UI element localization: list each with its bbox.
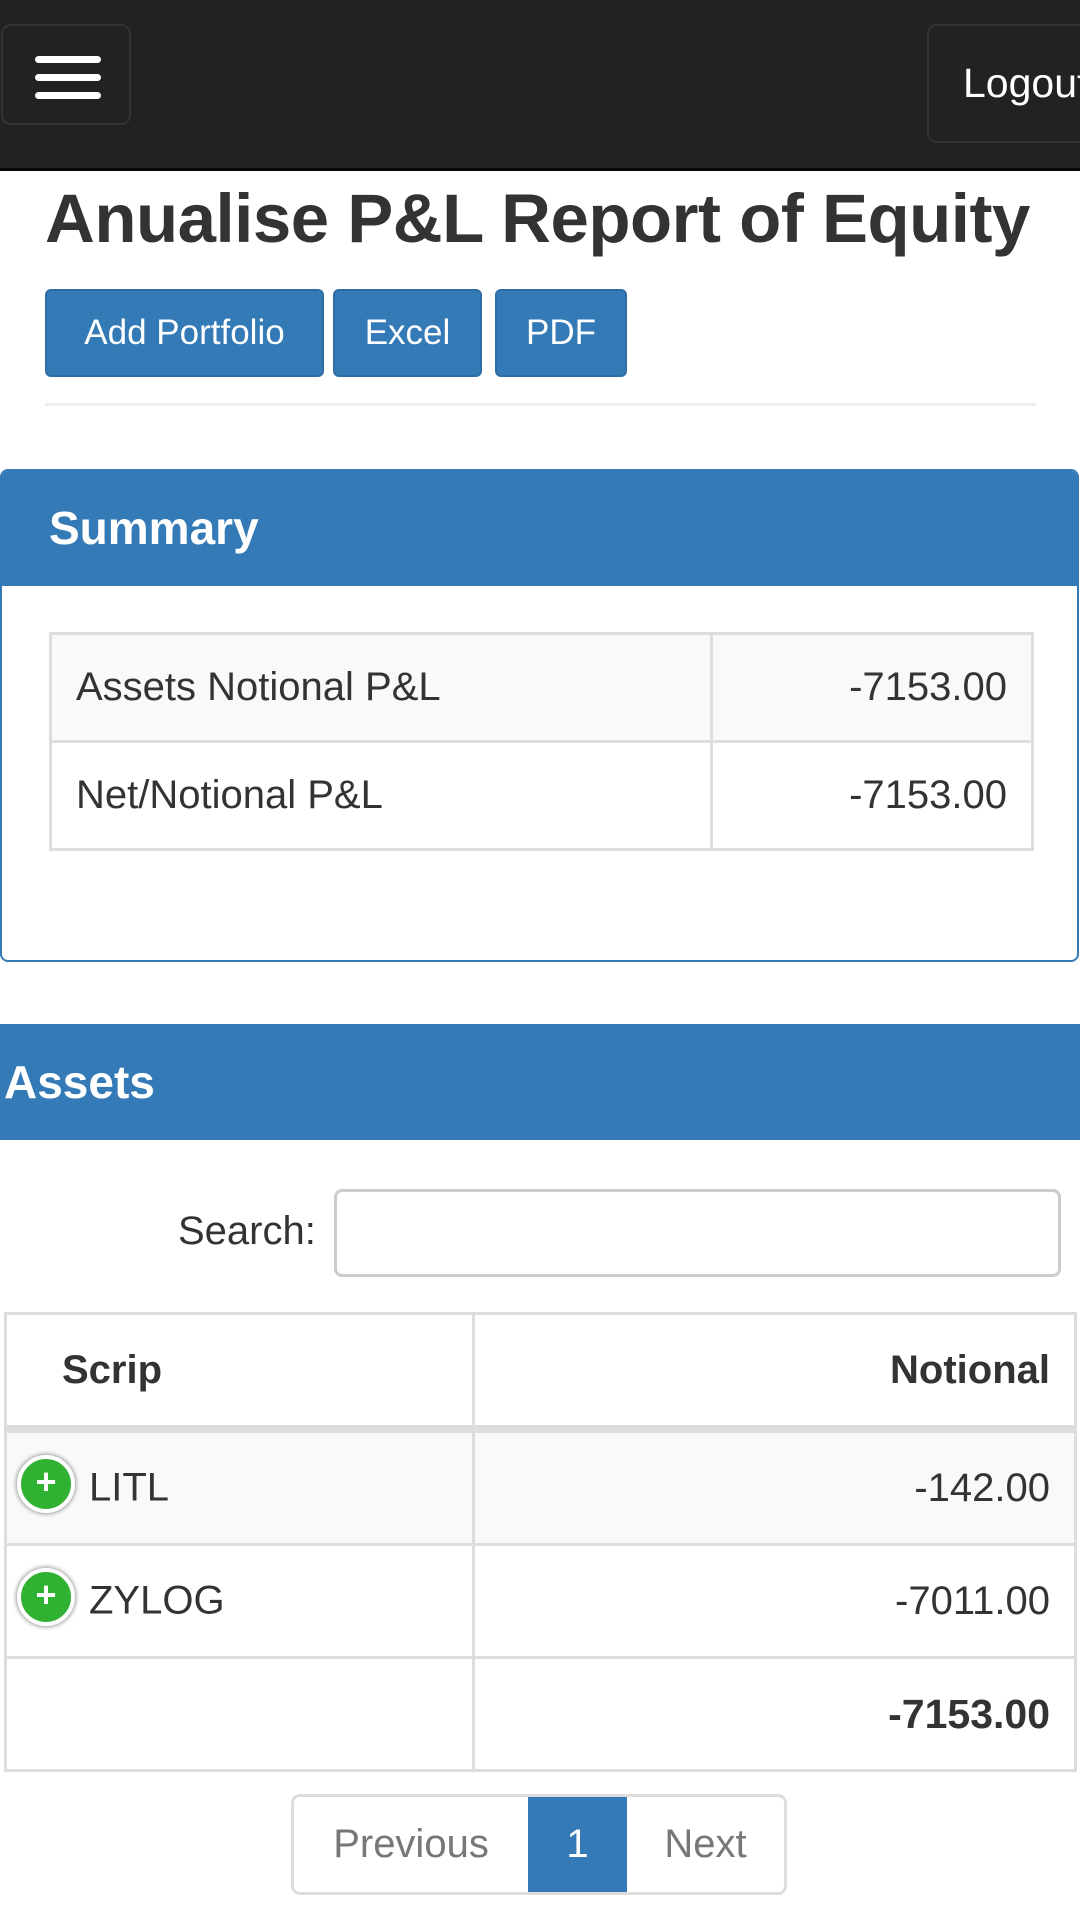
column-header-scrip[interactable]: Scrip bbox=[4, 1312, 475, 1433]
page-title: Anualise P&L Report of Equity bbox=[45, 180, 1030, 257]
menu-toggle-button[interactable] bbox=[1, 24, 131, 125]
table-row: + ZYLOG -7011.00 bbox=[4, 1543, 1077, 1659]
hamburger-menu-icon-bar bbox=[35, 74, 101, 81]
pagination-page-1[interactable]: 1 bbox=[528, 1797, 627, 1892]
pdf-export-button[interactable]: PDF bbox=[495, 289, 627, 377]
search-label: Search: bbox=[178, 1209, 316, 1253]
pagination-previous[interactable]: Previous bbox=[294, 1797, 528, 1892]
assets-heading: Assets bbox=[0, 1024, 1080, 1140]
summary-value: -7153.00 bbox=[710, 740, 1034, 851]
assets-table: Scrip Notional + LITL -142.00 + ZYLOG -701… bbox=[4, 1312, 1077, 1772]
logout-button[interactable]: Logout bbox=[927, 24, 1080, 143]
table-footer-row: -7153.00 bbox=[4, 1656, 1077, 1772]
scrip-cell: + ZYLOG bbox=[4, 1543, 475, 1659]
summary-value: -7153.00 bbox=[710, 632, 1034, 743]
search-input[interactable] bbox=[334, 1189, 1061, 1277]
hamburger-menu-icon-bar bbox=[35, 92, 101, 99]
notional-cell: -142.00 bbox=[472, 1427, 1077, 1546]
expand-plus-icon[interactable]: + bbox=[17, 1455, 75, 1513]
scrip-name: ZYLOG bbox=[89, 1578, 225, 1623]
summary-row: Net/Notional P&L -7153.00 bbox=[49, 740, 1034, 851]
excel-export-button[interactable]: Excel bbox=[333, 289, 482, 377]
summary-label: Assets Notional P&L bbox=[49, 632, 713, 743]
divider bbox=[45, 403, 1036, 406]
summary-row: Assets Notional P&L -7153.00 bbox=[49, 632, 1034, 743]
table-row: + LITL -142.00 bbox=[4, 1427, 1077, 1546]
footer-scrip-cell bbox=[4, 1656, 475, 1772]
navbar: Logout bbox=[0, 0, 1080, 171]
hamburger-menu-icon bbox=[35, 56, 101, 63]
table-header-row: Scrip Notional bbox=[4, 1312, 1077, 1433]
summary-panel: Summary Assets Notional P&L -7153.00 Net… bbox=[0, 469, 1079, 962]
summary-table: Assets Notional P&L -7153.00 Net/Notiona… bbox=[49, 632, 1034, 851]
notional-cell: -7011.00 bbox=[472, 1543, 1077, 1659]
total-notional: -7153.00 bbox=[472, 1656, 1077, 1772]
column-header-notional[interactable]: Notional bbox=[472, 1312, 1077, 1433]
pagination-next[interactable]: Next bbox=[627, 1797, 784, 1892]
add-portfolio-button[interactable]: Add Portfolio bbox=[45, 289, 324, 377]
scrip-cell: + LITL bbox=[4, 1427, 475, 1546]
scrip-name: LITL bbox=[89, 1465, 170, 1510]
pagination: Previous 1 Next bbox=[291, 1794, 787, 1895]
summary-label: Net/Notional P&L bbox=[49, 740, 713, 851]
expand-plus-icon[interactable]: + bbox=[17, 1568, 75, 1626]
summary-heading: Summary bbox=[2, 471, 1077, 586]
